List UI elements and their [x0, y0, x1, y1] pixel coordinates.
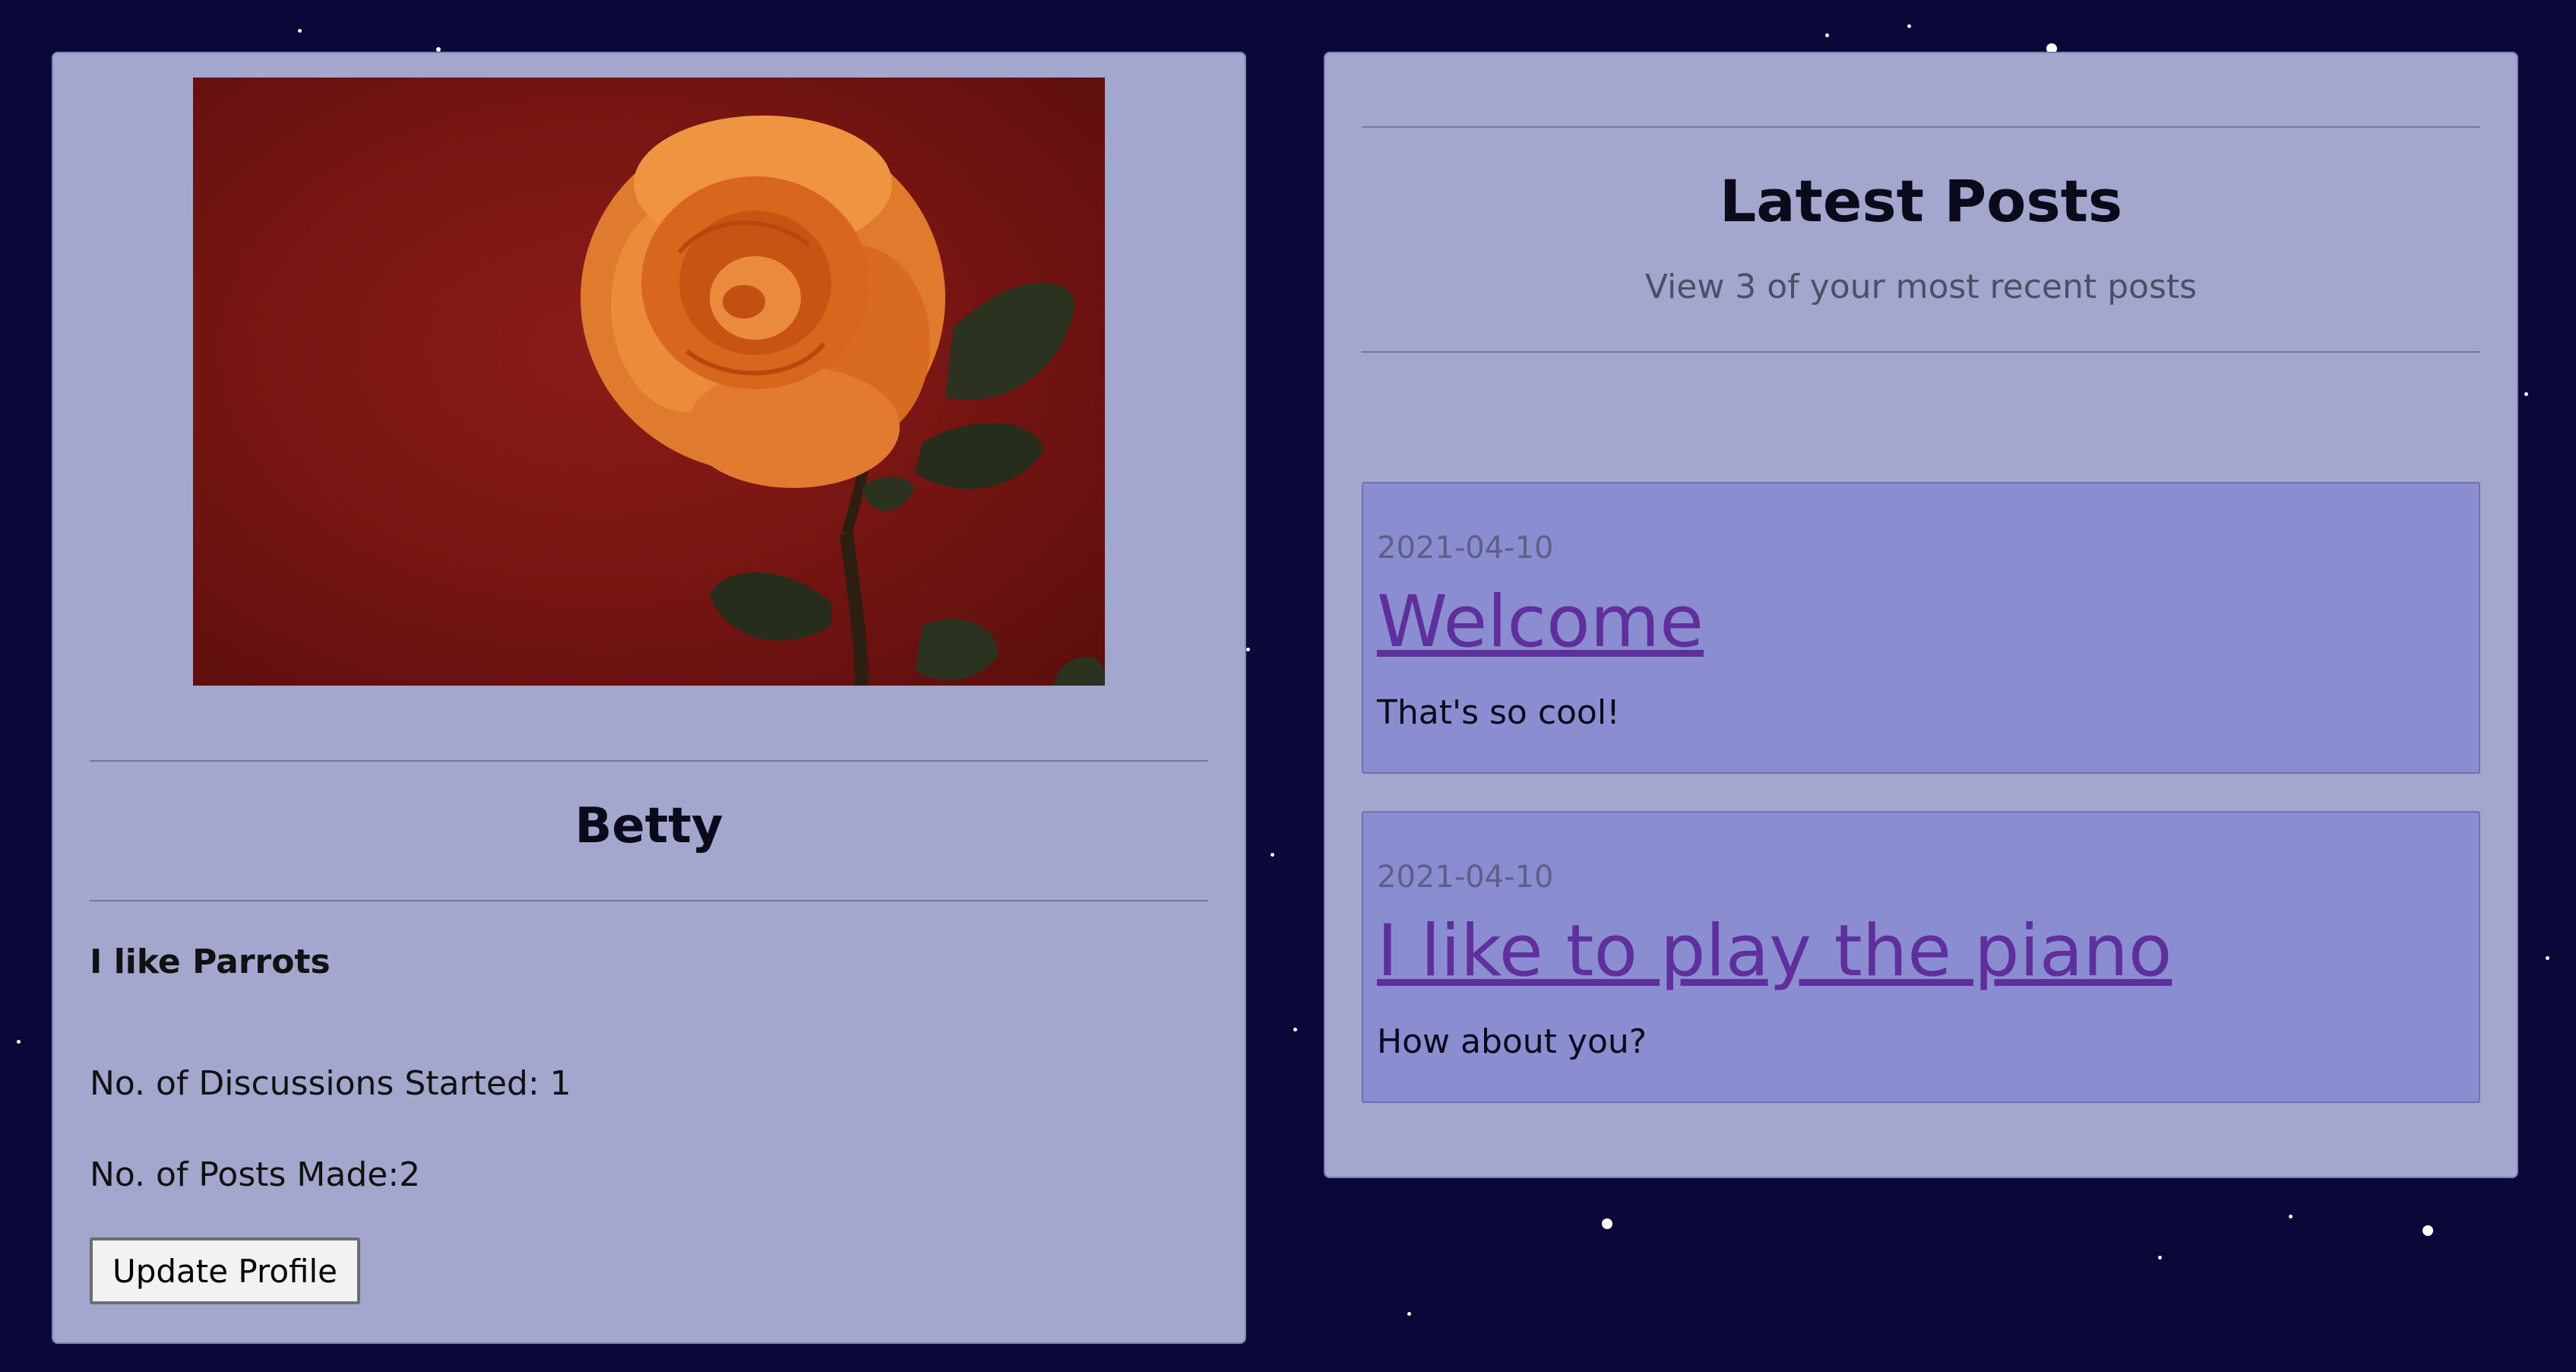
- divider: [90, 760, 1208, 762]
- star: [1271, 853, 1274, 857]
- star: [1407, 1312, 1411, 1316]
- discussions-started-stat: No. of Discussions Started: 1: [90, 1064, 571, 1103]
- star: [17, 1040, 21, 1044]
- divider: [1362, 351, 2480, 353]
- star: [1825, 33, 1829, 37]
- star: [2423, 1225, 2433, 1236]
- star: [1602, 1218, 1612, 1229]
- latest-posts-subtitle: View 3 of your most recent posts: [1644, 268, 2198, 306]
- star: [2546, 956, 2549, 960]
- divider: [90, 900, 1208, 901]
- post-body: How about you?: [1377, 1022, 1647, 1061]
- post-title-link[interactable]: I like to play the piano: [1377, 910, 2172, 993]
- latest-posts-title: Latest Posts: [1719, 167, 2123, 235]
- star: [2158, 1256, 2162, 1260]
- star: [2289, 1215, 2293, 1218]
- star: [1293, 1028, 1297, 1031]
- profile-card: Betty I like Parrots No. of Discussions …: [52, 52, 1246, 1344]
- divider: [1362, 126, 2480, 128]
- rose-illustration: [581, 116, 1105, 686]
- post-card: 2021-04-10 I like to play the piano How …: [1362, 811, 2480, 1103]
- posts-made-stat: No. of Posts Made:2: [90, 1155, 421, 1194]
- profile-username: Betty: [574, 798, 723, 854]
- star: [1907, 24, 1911, 28]
- post-title-link[interactable]: Welcome: [1377, 581, 1704, 664]
- post-date: 2021-04-10: [1377, 860, 1554, 895]
- star: [2524, 392, 2528, 396]
- update-profile-button[interactable]: Update Profile: [90, 1237, 360, 1304]
- post-body: That's so cool!: [1377, 693, 1620, 732]
- profile-photo: [193, 78, 1105, 686]
- star: [298, 29, 302, 33]
- profile-bio: I like Parrots: [90, 943, 331, 981]
- star: [1246, 648, 1250, 651]
- latest-posts-card: Latest Posts View 3 of your most recent …: [1324, 52, 2518, 1178]
- post-card: 2021-04-10 Welcome That's so cool!: [1362, 482, 2480, 774]
- post-date: 2021-04-10: [1377, 531, 1554, 566]
